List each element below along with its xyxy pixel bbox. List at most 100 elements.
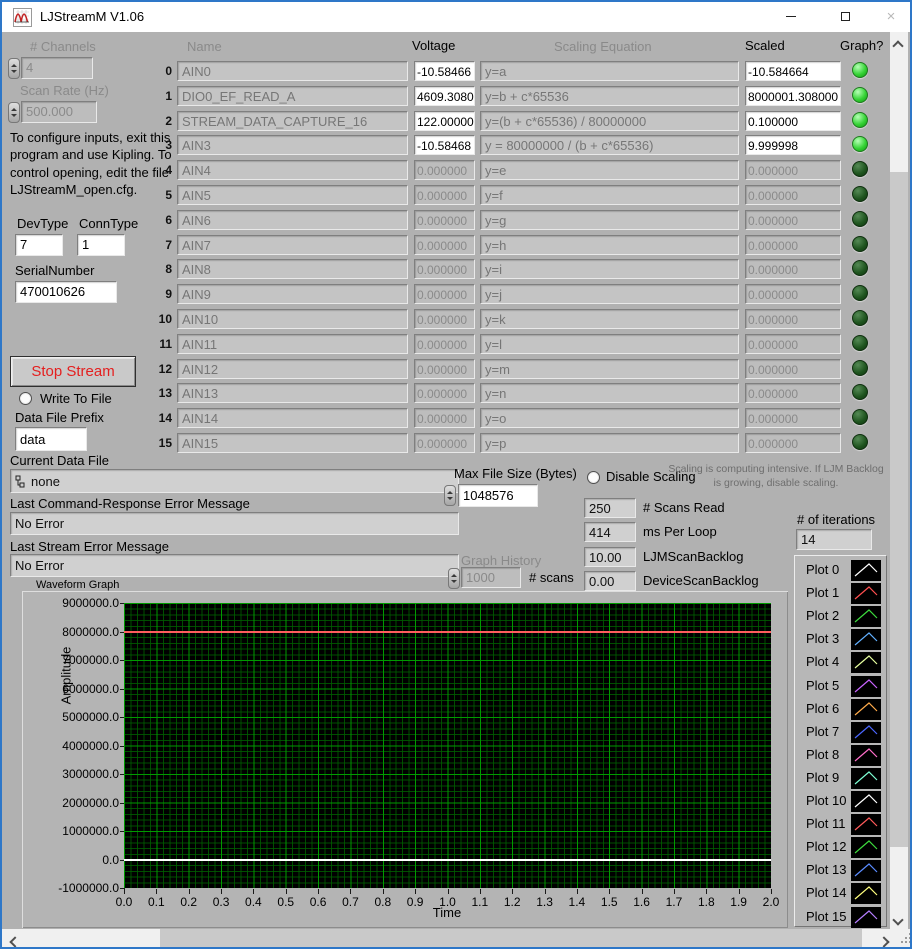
channel-name-field[interactable]: AIN5 (177, 185, 408, 205)
scaling-equation-field[interactable]: y=n (480, 383, 739, 404)
write-to-file-radio[interactable] (19, 392, 32, 405)
scaling-equation-field[interactable]: y=j (480, 284, 739, 305)
current-data-file-field[interactable]: none (10, 469, 459, 493)
stop-stream-button[interactable]: Stop Stream (10, 356, 136, 387)
graph-led[interactable] (852, 210, 868, 227)
graph-led[interactable] (852, 86, 868, 103)
legend-line-swatch[interactable] (851, 652, 881, 674)
legend-item[interactable]: Plot 8 (795, 744, 886, 767)
legend-item[interactable]: Plot 11 (795, 813, 886, 836)
graph-led[interactable] (852, 235, 868, 252)
channel-name-field[interactable]: AIN13 (177, 383, 408, 404)
channel-name-field[interactable]: AIN11 (177, 333, 408, 354)
max-file-size-spinner[interactable] (444, 485, 456, 506)
legend-item[interactable]: Plot 7 (795, 721, 886, 744)
horizontal-scrollbar-thumb[interactable] (160, 929, 862, 947)
close-button[interactable]: × (868, 2, 910, 31)
vertical-scrollbar-thumb[interactable] (890, 172, 908, 847)
max-file-size-field[interactable]: 1048576 (458, 484, 538, 507)
graph-led[interactable] (852, 260, 868, 277)
legend-item[interactable]: Plot 15 (795, 906, 886, 929)
graph-led[interactable] (852, 161, 868, 178)
scaling-equation-field[interactable]: y=f (480, 185, 739, 205)
legend-line-swatch[interactable] (851, 791, 881, 812)
scaling-equation-field[interactable]: y=i (480, 259, 739, 280)
legend-item[interactable]: Plot 12 (795, 836, 886, 859)
graph-led[interactable] (852, 62, 868, 78)
legend-line-swatch[interactable] (851, 860, 881, 882)
legend-item[interactable]: Plot 14 (795, 882, 886, 905)
legend-item[interactable]: Plot 3 (795, 628, 886, 651)
resize-grip[interactable] (898, 929, 910, 947)
conntype-field[interactable]: 1 (77, 234, 125, 256)
channel-name-field[interactable]: AIN7 (177, 234, 408, 255)
scroll-down-icon[interactable] (892, 912, 904, 927)
scaling-equation-field[interactable]: y=a (480, 61, 739, 81)
legend-item[interactable]: Plot 2 (795, 605, 886, 628)
maximize-button[interactable] (822, 2, 868, 31)
graph-led[interactable] (852, 409, 868, 426)
legend-item[interactable]: Plot 4 (795, 651, 886, 674)
data-file-prefix-field[interactable]: data (15, 427, 87, 451)
legend-item[interactable]: Plot 13 (795, 859, 886, 882)
serial-number-field[interactable]: 470010626 (15, 281, 117, 303)
legend-line-swatch[interactable] (851, 698, 881, 720)
legend-line-swatch[interactable] (851, 629, 881, 651)
scroll-right-icon[interactable] (878, 934, 890, 947)
legend-line-swatch[interactable] (851, 560, 881, 581)
channel-name-field[interactable]: AIN0 (177, 61, 408, 81)
legend-item[interactable]: Plot 6 (795, 698, 886, 721)
channel-name-field[interactable]: AIN4 (177, 160, 408, 181)
scaling-equation-field[interactable]: y=m (480, 358, 739, 379)
legend-line-swatch[interactable] (851, 721, 881, 743)
graph-led[interactable] (852, 111, 868, 128)
legend-item[interactable]: Plot 9 (795, 767, 886, 790)
graph-led[interactable] (852, 310, 868, 326)
scaling-equation-field[interactable]: y = 80000000 / (b + c*65536) (480, 135, 739, 156)
channel-name-field[interactable]: AIN3 (177, 135, 408, 156)
scroll-up-icon[interactable] (892, 38, 904, 53)
scaling-equation-field[interactable]: y=o (480, 408, 739, 429)
scaling-equation-field[interactable]: y=(b + c*65536) / 80000000 (480, 110, 739, 131)
channel-name-field[interactable]: AIN15 (177, 433, 408, 453)
legend-line-swatch[interactable] (851, 744, 881, 766)
scaling-equation-field[interactable]: y=h (480, 234, 739, 255)
scaling-equation-field[interactable]: y=b + c*65536 (480, 85, 739, 106)
legend-line-swatch[interactable] (851, 814, 881, 836)
channel-name-field[interactable]: AIN8 (177, 259, 408, 280)
channel-name-field[interactable]: AIN14 (177, 408, 408, 429)
disable-scaling-radio[interactable] (587, 471, 600, 484)
graph-led[interactable] (852, 186, 868, 202)
legend-line-swatch[interactable] (851, 606, 881, 628)
scaling-equation-field[interactable]: y=k (480, 309, 739, 329)
channel-name-field[interactable]: AIN10 (177, 309, 408, 329)
legend-line-swatch[interactable] (851, 675, 881, 697)
legend-line-swatch[interactable] (851, 883, 881, 905)
legend-item[interactable]: Plot 5 (795, 675, 886, 698)
channel-name-field[interactable]: STREAM_DATA_CAPTURE_16 (177, 110, 408, 131)
scaling-equation-field[interactable]: y=e (480, 160, 739, 181)
channel-name-field[interactable]: AIN6 (177, 209, 408, 230)
legend-line-swatch[interactable] (851, 767, 881, 789)
channel-name-field[interactable]: DIO0_EF_READ_A (177, 85, 408, 106)
graph-led[interactable] (852, 136, 868, 153)
legend-item[interactable]: Plot 1 (795, 582, 886, 605)
graph-led[interactable] (852, 359, 868, 376)
legend-line-swatch[interactable] (851, 906, 881, 928)
legend-item[interactable]: Plot 10 (795, 790, 886, 813)
vertical-scrollbar[interactable] (890, 32, 908, 931)
channel-name-field[interactable]: AIN12 (177, 358, 408, 379)
minimize-button[interactable] (768, 2, 814, 31)
channel-name-field[interactable]: AIN9 (177, 284, 408, 305)
devtype-field[interactable]: 7 (15, 234, 63, 256)
scaling-equation-field[interactable]: y=g (480, 209, 739, 230)
horizontal-scrollbar[interactable] (2, 929, 898, 947)
scaling-equation-field[interactable]: y=p (480, 433, 739, 453)
graph-led[interactable] (852, 434, 868, 450)
graph-led[interactable] (852, 285, 868, 302)
legend-line-swatch[interactable] (851, 837, 881, 859)
scroll-left-icon[interactable] (8, 934, 21, 947)
scaling-equation-field[interactable]: y=l (480, 333, 739, 354)
legend-line-swatch[interactable] (851, 583, 881, 605)
graph-led[interactable] (852, 384, 868, 401)
